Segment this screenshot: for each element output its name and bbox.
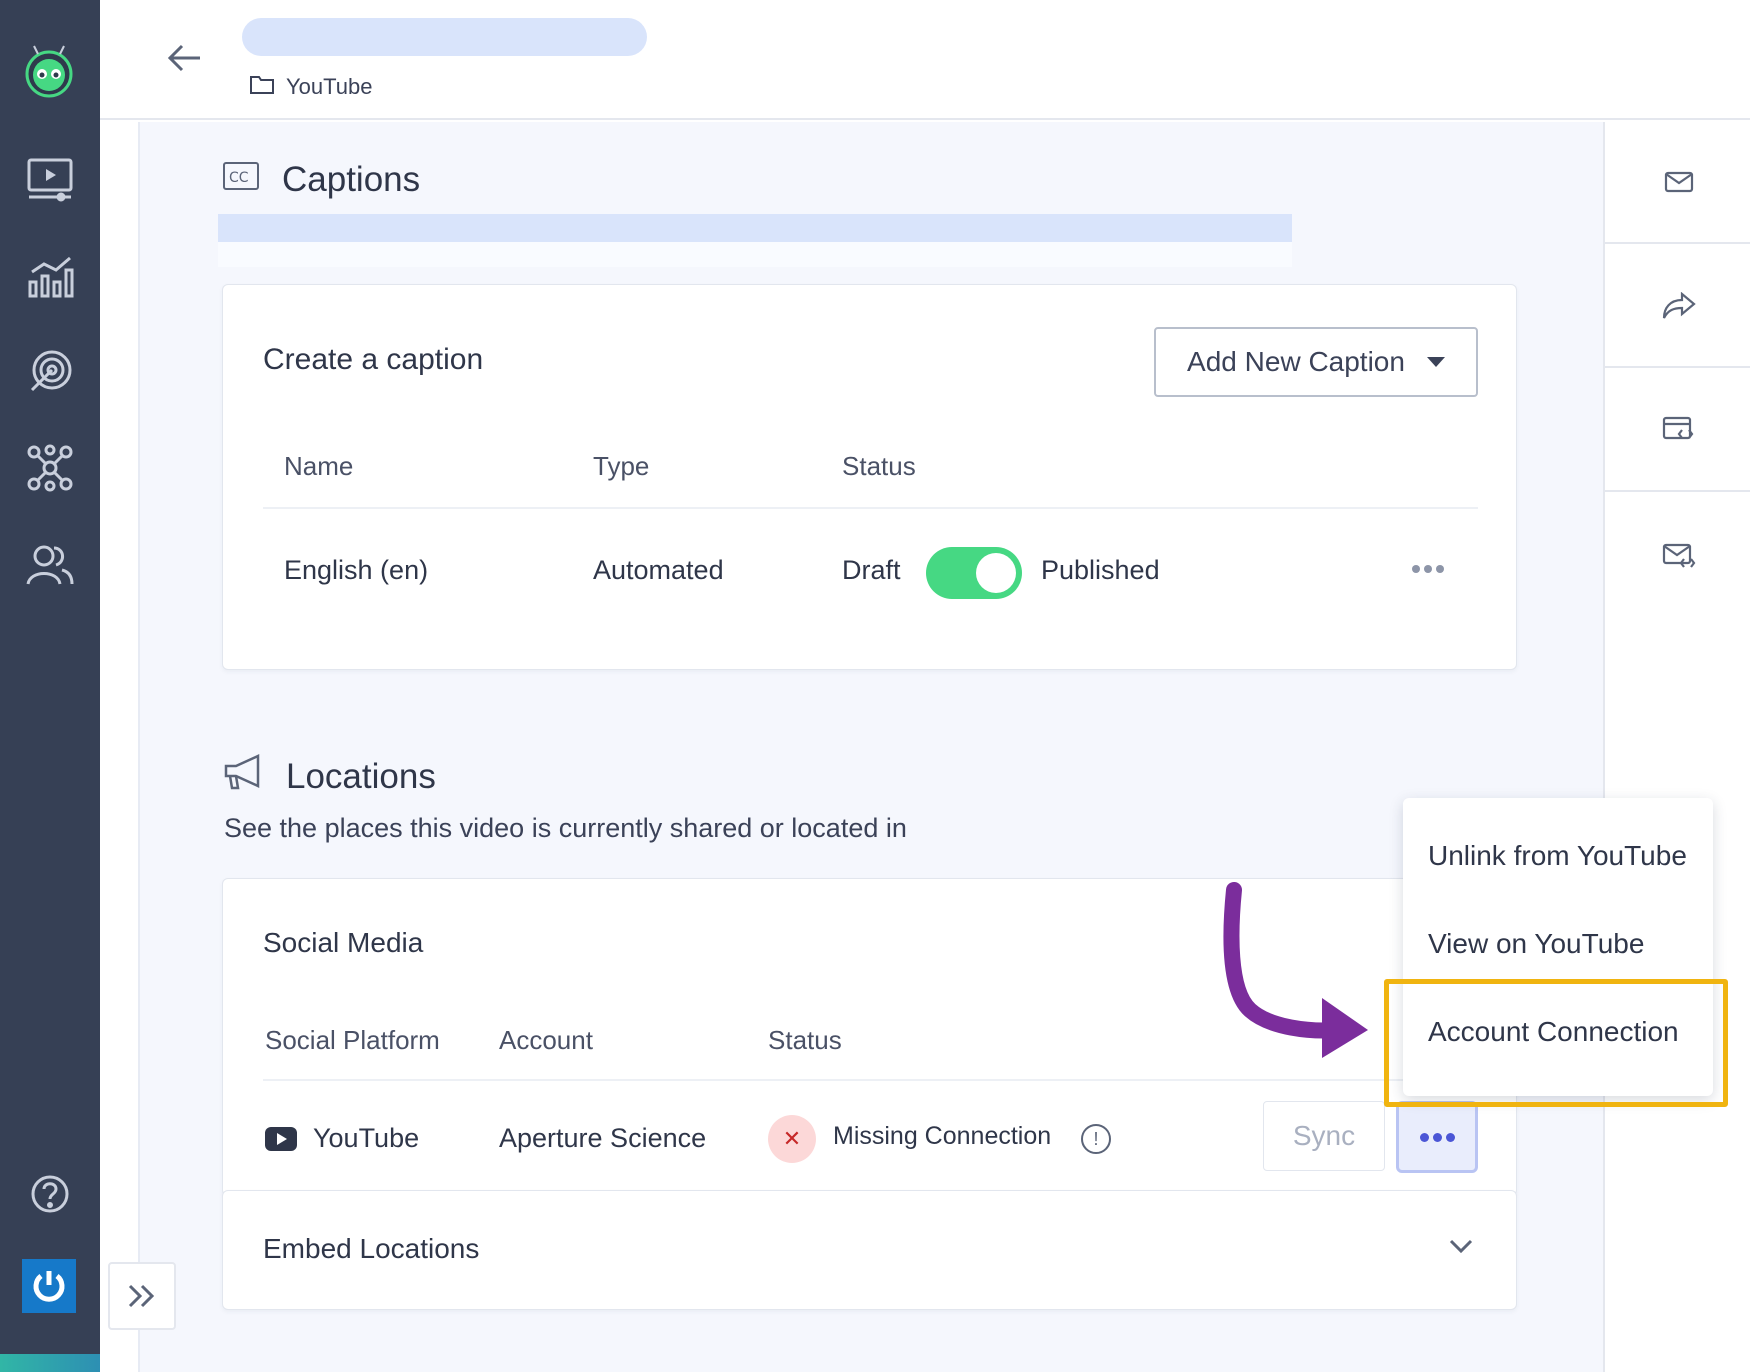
create-caption-title: Create a caption [263,343,484,376]
locations-title: Locations [286,756,436,796]
page-header: YouTube [100,0,1750,120]
caption-type: Automated [593,555,724,585]
column-header-type: Type [593,451,650,481]
breadcrumb-folder-label: YouTube [286,74,373,99]
column-header-social-platform: Social Platform [265,1025,440,1055]
chevron-down-icon [1426,357,1445,367]
social-media-title: Social Media [263,927,424,958]
publish-toggle[interactable] [926,547,1022,599]
help-icon[interactable] [22,1166,78,1222]
locations-heading: Locations [222,754,436,799]
video-title-placeholder [242,18,647,56]
add-new-caption-label: Add New Caption [1187,346,1405,377]
megaphone-icon [222,754,264,799]
annotation-arrow-icon [1223,882,1368,1058]
youtube-icon [265,1127,297,1156]
targeting-icon[interactable] [22,344,78,400]
embed-locations-title: Embed Locations [263,1233,480,1264]
create-caption-card: Create a caption Add New Caption Name Ty… [222,284,1517,670]
left-sidebar [0,0,100,1372]
captions-title: Captions [282,160,421,199]
table-divider [263,1079,1478,1081]
column-header-location-status: Status [768,1025,842,1055]
chevron-down-icon[interactable] [1448,1237,1474,1260]
double-chevron-right-icon [128,1284,155,1308]
integrations-icon[interactable] [22,440,78,496]
sidebar-accent [0,1354,100,1372]
embed-code-icon[interactable] [1605,370,1750,492]
location-more-options-button[interactable] [1396,1101,1478,1173]
folder-icon [250,74,274,100]
captions-heading: CC Captions [222,160,420,200]
column-header-account: Account [499,1025,593,1055]
connection-status: Missing Connection [833,1122,1052,1150]
power-icon[interactable] [22,1259,76,1313]
menu-item-unlink[interactable]: Unlink from YouTube [1428,840,1687,872]
status-draft-label: Draft [842,555,901,585]
back-arrow-icon[interactable] [160,38,208,78]
captions-description-placeholder [218,214,1292,242]
locations-subtitle: See the places this video is currently s… [224,813,907,843]
add-new-caption-button[interactable]: Add New Caption [1154,327,1478,397]
right-action-rail [1603,122,1750,1372]
caption-name: English (en) [284,555,429,585]
svg-text:CC: CC [229,170,249,186]
highlight-annotation-box [1384,979,1728,1107]
expand-sidebar-button[interactable] [108,1262,176,1330]
app-logo-icon[interactable] [20,42,78,100]
email-embed-icon[interactable] [1605,494,1750,616]
share-icon[interactable] [1605,246,1750,368]
video-library-icon[interactable] [22,152,78,208]
analytics-icon[interactable] [22,248,78,304]
breadcrumb[interactable]: YouTube [250,72,372,102]
column-header-name: Name [284,451,354,481]
toggle-knob [976,553,1016,593]
status-published-label: Published [1041,555,1160,585]
platform-name: YouTube [313,1123,420,1153]
table-divider [263,507,1478,509]
captions-description-placeholder-2 [218,242,1292,267]
closed-captions-icon: CC [222,160,260,200]
column-header-status: Status [842,451,916,481]
contacts-icon[interactable] [22,536,78,592]
info-icon[interactable]: ! [1081,1124,1111,1154]
embed-locations-card[interactable]: Embed Locations [222,1190,1517,1310]
sync-button[interactable]: Sync [1263,1101,1385,1171]
menu-item-view-on-youtube[interactable]: View on YouTube [1428,928,1644,960]
error-x-icon: ✕ [768,1115,816,1163]
caption-more-options-icon[interactable] [1403,549,1453,589]
email-icon[interactable] [1605,122,1750,244]
account-name: Aperture Science [499,1123,707,1153]
